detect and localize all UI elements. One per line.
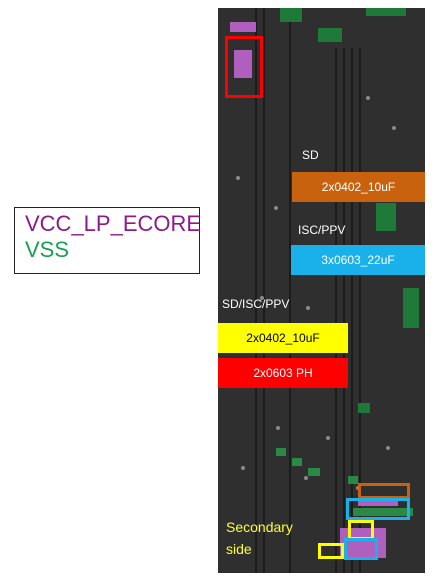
highlight-blue-bottom xyxy=(346,498,410,520)
cap-label-red: 2x0603 PH xyxy=(218,358,348,388)
label-sd: SD xyxy=(302,148,319,162)
highlight-yellow-bottom-1 xyxy=(348,520,374,540)
label-sd-isc-ppv: SD/ISC/PPV xyxy=(222,297,290,311)
legend-vcc-label: VCC_LP_ECORE xyxy=(25,211,202,236)
legend-box: VCC_LP_ECORE VSS xyxy=(14,207,202,274)
label-isc-ppv: ISC/PPV xyxy=(298,223,346,237)
highlight-red-top xyxy=(225,36,263,98)
legend-vss-label: VSS xyxy=(25,237,70,262)
cap-label-blue: 3x0603_22uF xyxy=(291,245,425,275)
highlight-orange-bottom xyxy=(358,483,410,499)
pcb-layout-image: SD ISC/PPV SD/ISC/PPV 2x0402_10uF 3x0603… xyxy=(218,8,425,573)
highlight-blue-bottom-2 xyxy=(344,538,378,560)
cap-label-orange: 2x0402_10uF xyxy=(292,172,425,202)
highlight-yellow-bottom-2 xyxy=(318,543,344,559)
label-secondary-side: Secondary side xyxy=(226,519,293,557)
cap-label-yellow: 2x0402_10uF xyxy=(218,323,348,353)
